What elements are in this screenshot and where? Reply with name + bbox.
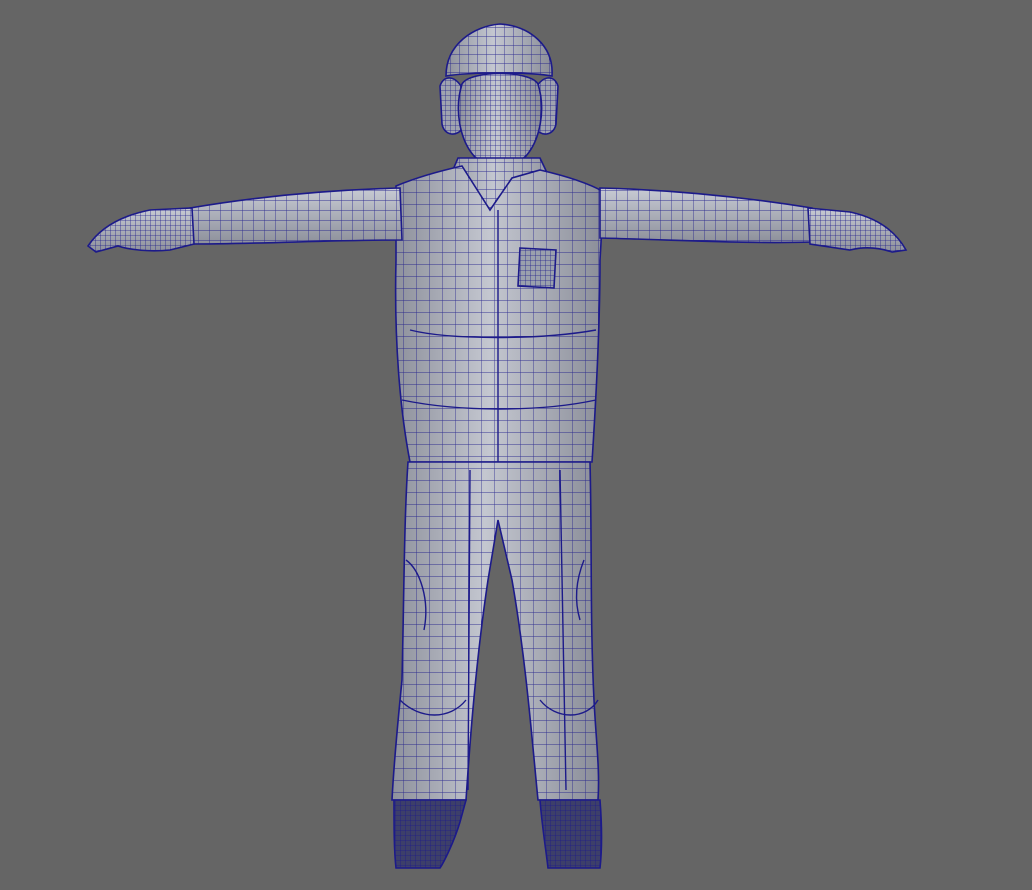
model-canvas[interactable] (0, 0, 1032, 890)
right-boot[interactable] (539, 799, 603, 869)
right-hand[interactable] (807, 207, 908, 253)
badge[interactable] (517, 247, 557, 289)
3d-viewport[interactable] (0, 0, 1032, 890)
hard-hat[interactable] (445, 23, 553, 77)
left-boot[interactable] (393, 799, 468, 869)
left-hand[interactable] (86, 207, 195, 253)
trousers[interactable] (391, 461, 600, 801)
vest[interactable] (394, 165, 605, 463)
head[interactable] (457, 72, 543, 166)
right-arm[interactable] (599, 187, 813, 244)
left-arm[interactable] (189, 187, 403, 245)
